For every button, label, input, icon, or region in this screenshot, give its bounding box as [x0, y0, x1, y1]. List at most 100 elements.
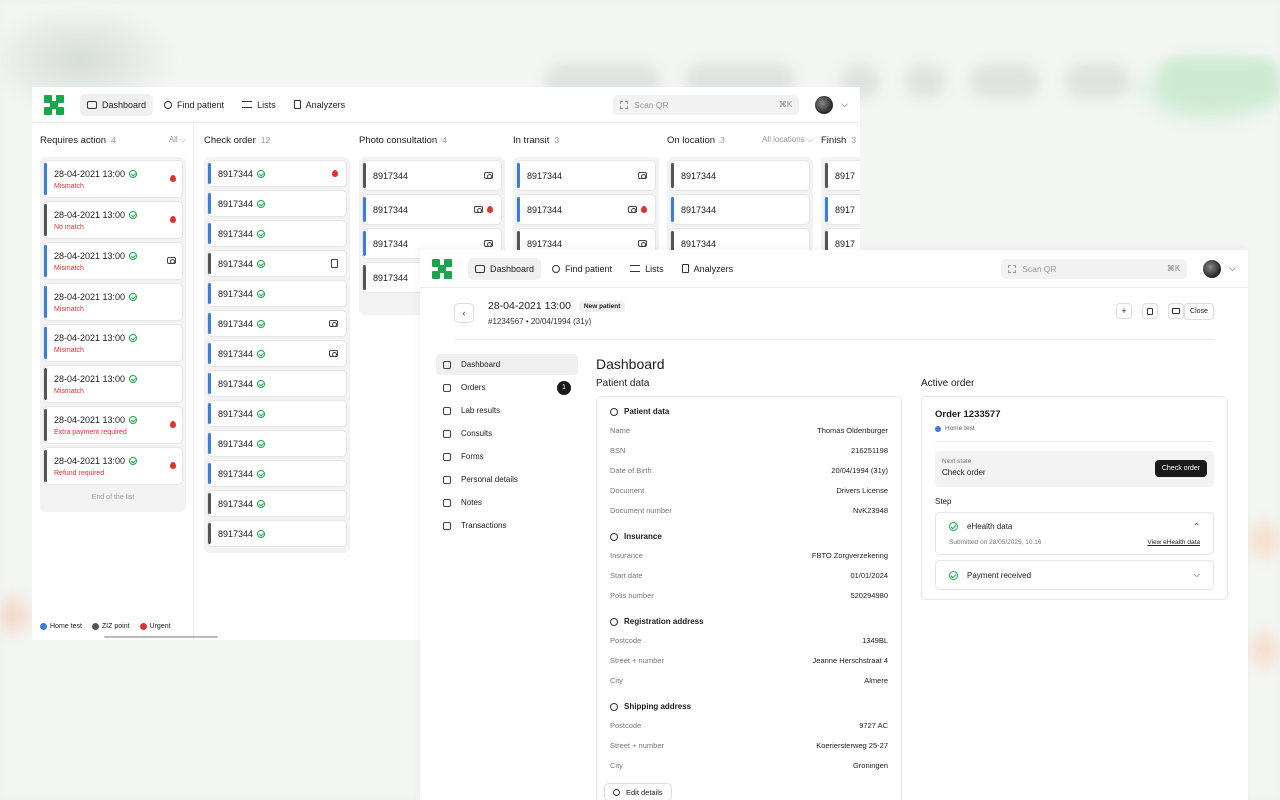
order-card[interactable]: 28-04-2021 13:00 No match [43, 201, 183, 239]
step-title: Payment received [967, 570, 1032, 580]
order-card[interactable]: 28-04-2021 13:00 Mismatch [43, 242, 183, 280]
scan-qr-input[interactable]: Scan QR ⌘K [1001, 258, 1188, 279]
home-test-dot [935, 425, 941, 432]
card-id: 8917344 [681, 170, 717, 181]
nav-analyzers[interactable]: Analyzers [675, 258, 741, 280]
order-card[interactable]: 8917 [824, 194, 860, 225]
order-card[interactable]: 8917344 [207, 340, 347, 367]
nav-dashboard[interactable]: Dashboard [468, 257, 542, 280]
back-button[interactable]: ‹ [454, 303, 474, 323]
column-filter[interactable]: All ⌵ [169, 135, 186, 145]
nav-find-patient[interactable]: Find patient [545, 258, 619, 280]
column-filter[interactable]: All locations ⌵ [762, 135, 813, 145]
data-row: Street + number Jeanne Herschstraat 4 [610, 656, 888, 676]
sidebar-item-notes[interactable]: Notes [436, 492, 578, 513]
order-card[interactable]: 8917344 [207, 190, 347, 217]
card-id: 8917344 [218, 318, 254, 329]
scan-qr-input[interactable]: Scan QR ⌘K [613, 94, 800, 115]
card-icons [628, 206, 647, 213]
plus-icon: + [1121, 306, 1127, 316]
order-card[interactable]: 8917 [824, 160, 860, 191]
check-order-button[interactable]: Check order [1154, 460, 1207, 477]
building-icon [610, 532, 618, 541]
horizontal-scrollbar[interactable] [104, 636, 218, 638]
edit-details-button[interactable]: Edit details [604, 783, 672, 800]
add-button[interactable]: + [1116, 303, 1132, 319]
sidebar-item-transactions[interactable]: Transactions [436, 515, 578, 536]
card-list: 8917344 8917344 8917344 [513, 157, 659, 265]
card-icons [167, 257, 176, 264]
order-card[interactable]: 28-04-2021 13:00 Mismatch [43, 160, 183, 198]
group-title: Shipping address [610, 702, 888, 711]
print-button[interactable] [1168, 303, 1184, 319]
order-card[interactable]: 8917344 [207, 430, 347, 457]
order-card[interactable]: 8917344 [362, 194, 502, 225]
order-card[interactable]: 28-04-2021 13:00 Extra payment required [43, 406, 183, 444]
order-card[interactable]: 8917344 [516, 160, 656, 191]
card-id: 8917344 [218, 228, 254, 239]
row-key: Date of Birth [610, 466, 652, 475]
avatar[interactable] [815, 95, 834, 114]
card-date: 28-04-2021 13:00 [54, 250, 126, 261]
order-card[interactable]: 8917344 [207, 280, 347, 307]
chevron-up-icon[interactable]: ⌃ [1193, 522, 1200, 531]
sidebar-item-label: Notes [461, 498, 482, 507]
order-card[interactable]: 28-04-2021 13:00 Refund required [43, 447, 183, 485]
sidebar-item-forms[interactable]: Forms [436, 446, 578, 467]
order-card[interactable]: 28-04-2021 13:00 Mismatch [43, 365, 183, 403]
delete-button[interactable] [1142, 303, 1158, 319]
wallet-icon [443, 521, 451, 530]
order-card[interactable]: 8917344 [207, 460, 347, 487]
legend-label: ZIZ point [101, 623, 130, 630]
sidebar-item-lab-results[interactable]: Lab results [436, 400, 578, 421]
brand-logo[interactable] [44, 94, 64, 115]
legend-dot [40, 623, 47, 630]
chevron-down-icon[interactable]: ⌵ [1194, 570, 1200, 580]
appointment-date: 28-04-2021 13:00 [488, 300, 571, 312]
order-card[interactable]: 8917344 [207, 220, 347, 247]
nav-lists[interactable]: Lists [235, 94, 283, 116]
card-list: 8917344 8917344 8917344 8917344 8917344 89173… [204, 157, 350, 553]
step-payment-received[interactable]: Payment received ⌵ [935, 560, 1214, 590]
brand-logo[interactable] [432, 258, 452, 279]
card-id: 8917 [835, 170, 856, 181]
order-card[interactable]: 8917344 [670, 160, 810, 191]
end-of-list: End of the list [91, 494, 135, 501]
card-status: No match [54, 223, 84, 231]
top-navbar: Dashboard Find patient Lists Analyzers S… [32, 87, 860, 123]
order-card[interactable]: 8917344 [362, 160, 502, 191]
sidebar-item-consults[interactable]: Consults [436, 423, 578, 444]
order-card[interactable]: 8917344 [207, 520, 347, 547]
view-ehealth-data-link[interactable]: View eHealth data [1147, 539, 1200, 546]
sidebar-item-personal-details[interactable]: Personal details [436, 469, 578, 490]
column-title: In transit [513, 134, 550, 146]
chevron-down-icon[interactable]: ⌵ [841, 99, 848, 110]
order-card[interactable]: 8917344 [207, 250, 347, 277]
sidebar-item-dashboard[interactable]: Dashboard [436, 354, 578, 375]
nav-lists[interactable]: Lists [623, 258, 671, 280]
card-id: 8917344 [218, 168, 254, 179]
nav-find-patient[interactable]: Find patient [157, 94, 231, 116]
close-button[interactable]: Close [1184, 303, 1214, 320]
card-id: 8917344 [218, 198, 254, 209]
nav-analyzers[interactable]: Analyzers [287, 94, 353, 116]
check-circle-icon [129, 333, 138, 342]
order-card[interactable]: 8917344 [207, 490, 347, 517]
form-icon [443, 452, 451, 461]
chevron-down-icon[interactable]: ⌵ [1229, 263, 1236, 274]
step-ehealth-data[interactable]: eHealth data ⌃ Submitted on 28/05/2025, … [935, 512, 1214, 555]
nav-dashboard[interactable]: Dashboard [80, 93, 154, 116]
sidebar-item-orders[interactable]: Orders 1 [436, 377, 578, 398]
order-card[interactable]: 8917344 [670, 194, 810, 225]
card-header: 28-04-2021 13:00 [54, 374, 138, 384]
order-card[interactable]: 8917344 [207, 370, 347, 397]
card-date: 28-04-2021 13:00 [54, 291, 126, 302]
avatar[interactable] [1203, 259, 1222, 278]
order-card[interactable]: 8917344 [207, 160, 347, 187]
card-status: Mismatch [54, 387, 84, 395]
order-card[interactable]: 28-04-2021 13:00 Mismatch [43, 324, 183, 362]
order-card[interactable]: 8917344 [207, 400, 347, 427]
order-card[interactable]: 8917344 [207, 310, 347, 337]
order-card[interactable]: 8917344 [516, 194, 656, 225]
order-card[interactable]: 28-04-2021 13:00 Mismatch [43, 283, 183, 321]
